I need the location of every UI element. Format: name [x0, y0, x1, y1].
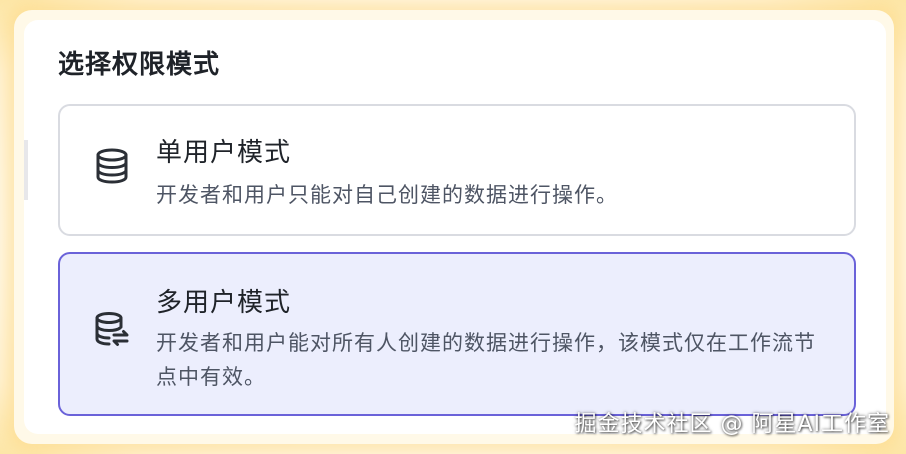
panel-title: 选择权限模式 [58, 50, 221, 80]
multi-user-mode-description: 开发者和用户能对所有人创建的数据进行操作，该模式仅在工作流节点中有效。 [156, 331, 816, 389]
single-user-mode-description: 开发者和用户只能对自己创建的数据进行操作。 [156, 183, 618, 207]
multi-user-mode-option[interactable]: 多用户模式 开发者和用户能对所有人创建的数据进行操作，该模式仅在工作流节点中有效… [58, 252, 856, 416]
background-strip [24, 140, 28, 200]
database-icon [96, 148, 128, 184]
single-user-mode-option[interactable]: 单用户模式 开发者和用户只能对自己创建的数据进行操作。 [58, 104, 856, 236]
single-user-mode-title: 单用户模式 [156, 138, 292, 168]
screenshot-frame: 选择权限模式 单用户模式 开发者和用户只能对自己创建的数据进行操作。 多用户模式… [0, 0, 906, 454]
multi-user-mode-title: 多用户模式 [156, 288, 292, 318]
permission-mode-panel: 选择权限模式 单用户模式 开发者和用户只能对自己创建的数据进行操作。 多用户模式… [24, 20, 886, 434]
database-sync-icon [95, 312, 129, 346]
watermark: 掘金技术社区 @ 阿星AI工作室 [574, 412, 890, 437]
